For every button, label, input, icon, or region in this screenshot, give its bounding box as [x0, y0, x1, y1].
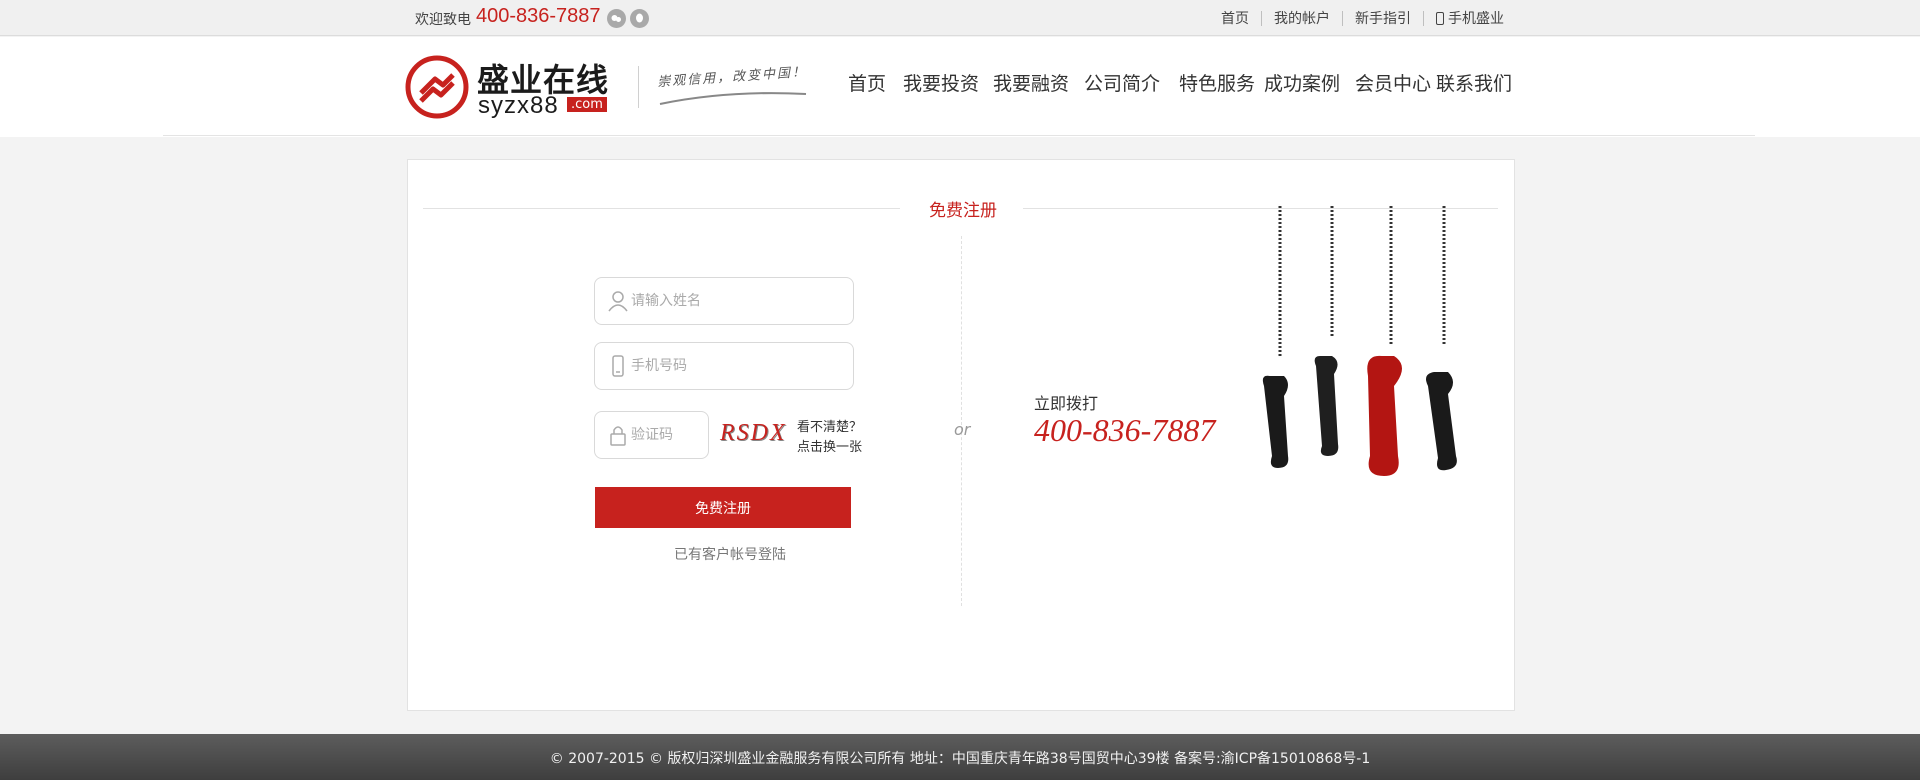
- nav-home[interactable]: 首页: [848, 69, 886, 96]
- top-link-account[interactable]: 我的帐户: [1274, 8, 1330, 28]
- user-icon: [608, 291, 628, 312]
- logo-com-badge: .com: [567, 97, 607, 112]
- qq-icon[interactable]: [630, 9, 649, 28]
- wechat-icon[interactable]: [607, 9, 626, 28]
- call-number: 400-836-7887: [1034, 412, 1216, 448]
- captcha-refresh-line2[interactable]: 点击换一张: [797, 436, 862, 455]
- nav-contact[interactable]: 联系我们: [1436, 69, 1512, 96]
- hotline-number: 400-836-7887: [476, 5, 601, 27]
- lock-icon: [610, 426, 626, 446]
- header-divider: [163, 135, 1755, 136]
- login-link[interactable]: 已有客户帐号登陆: [674, 544, 786, 564]
- nav-invest[interactable]: 我要投资: [903, 69, 979, 96]
- top-bar: 欢迎致电 400-836-7887 首页 我的帐户 新手指引 手机盛业: [0, 0, 1920, 36]
- divider: [1423, 10, 1424, 26]
- nav-about[interactable]: 公司简介: [1084, 69, 1160, 96]
- welcome-text: 欢迎致电: [415, 12, 471, 28]
- nav-financing[interactable]: 我要融资: [993, 69, 1069, 96]
- title-line-left: [423, 208, 900, 209]
- call-label: 立即拨打: [1034, 394, 1099, 413]
- divider: [1261, 10, 1262, 26]
- register-title: 免费注册: [929, 201, 997, 221]
- nav-cases[interactable]: 成功案例: [1264, 69, 1340, 96]
- captcha-refresh-line1[interactable]: 看不清楚？: [797, 416, 862, 435]
- top-links: 首页 我的帐户 新手指引 手机盛业: [1221, 8, 1504, 28]
- mobile-field[interactable]: [594, 342, 854, 390]
- mobile-input[interactable]: [631, 355, 831, 377]
- nav-member[interactable]: 会员中心: [1355, 69, 1431, 96]
- slogan-swoosh: [659, 92, 807, 105]
- top-link-mobile[interactable]: 手机盛业: [1448, 8, 1504, 28]
- hanging-phones-image: [1262, 206, 1457, 476]
- divider: [1342, 10, 1343, 26]
- logo-icon[interactable]: [405, 55, 469, 119]
- top-link-guide[interactable]: 新手指引: [1355, 8, 1411, 28]
- logo-text-en: syzx88: [478, 92, 559, 119]
- top-link-home[interactable]: 首页: [1221, 8, 1249, 28]
- nav-services[interactable]: 特色服务: [1179, 69, 1255, 96]
- captcha-image[interactable]: RSDX: [720, 420, 787, 447]
- site-footer: © 2007-2015 © 版权归深圳盛业金融服务有限公司所有 地址：中国重庆青…: [0, 734, 1920, 780]
- verify-code-field[interactable]: [594, 411, 709, 459]
- name-field[interactable]: [594, 277, 854, 325]
- footer-copyright: © 2007-2015 © 版权归深圳盛业金融服务有限公司所有 地址：中国重庆青…: [549, 751, 1371, 767]
- or-text: or: [954, 420, 971, 439]
- mobile-phone-icon: [1436, 11, 1444, 25]
- name-input[interactable]: [631, 290, 831, 312]
- mobile-icon: [612, 355, 624, 377]
- verify-code-input[interactable]: [631, 424, 701, 446]
- register-button[interactable]: 免费注册: [595, 487, 851, 528]
- logo-divider: [638, 66, 639, 108]
